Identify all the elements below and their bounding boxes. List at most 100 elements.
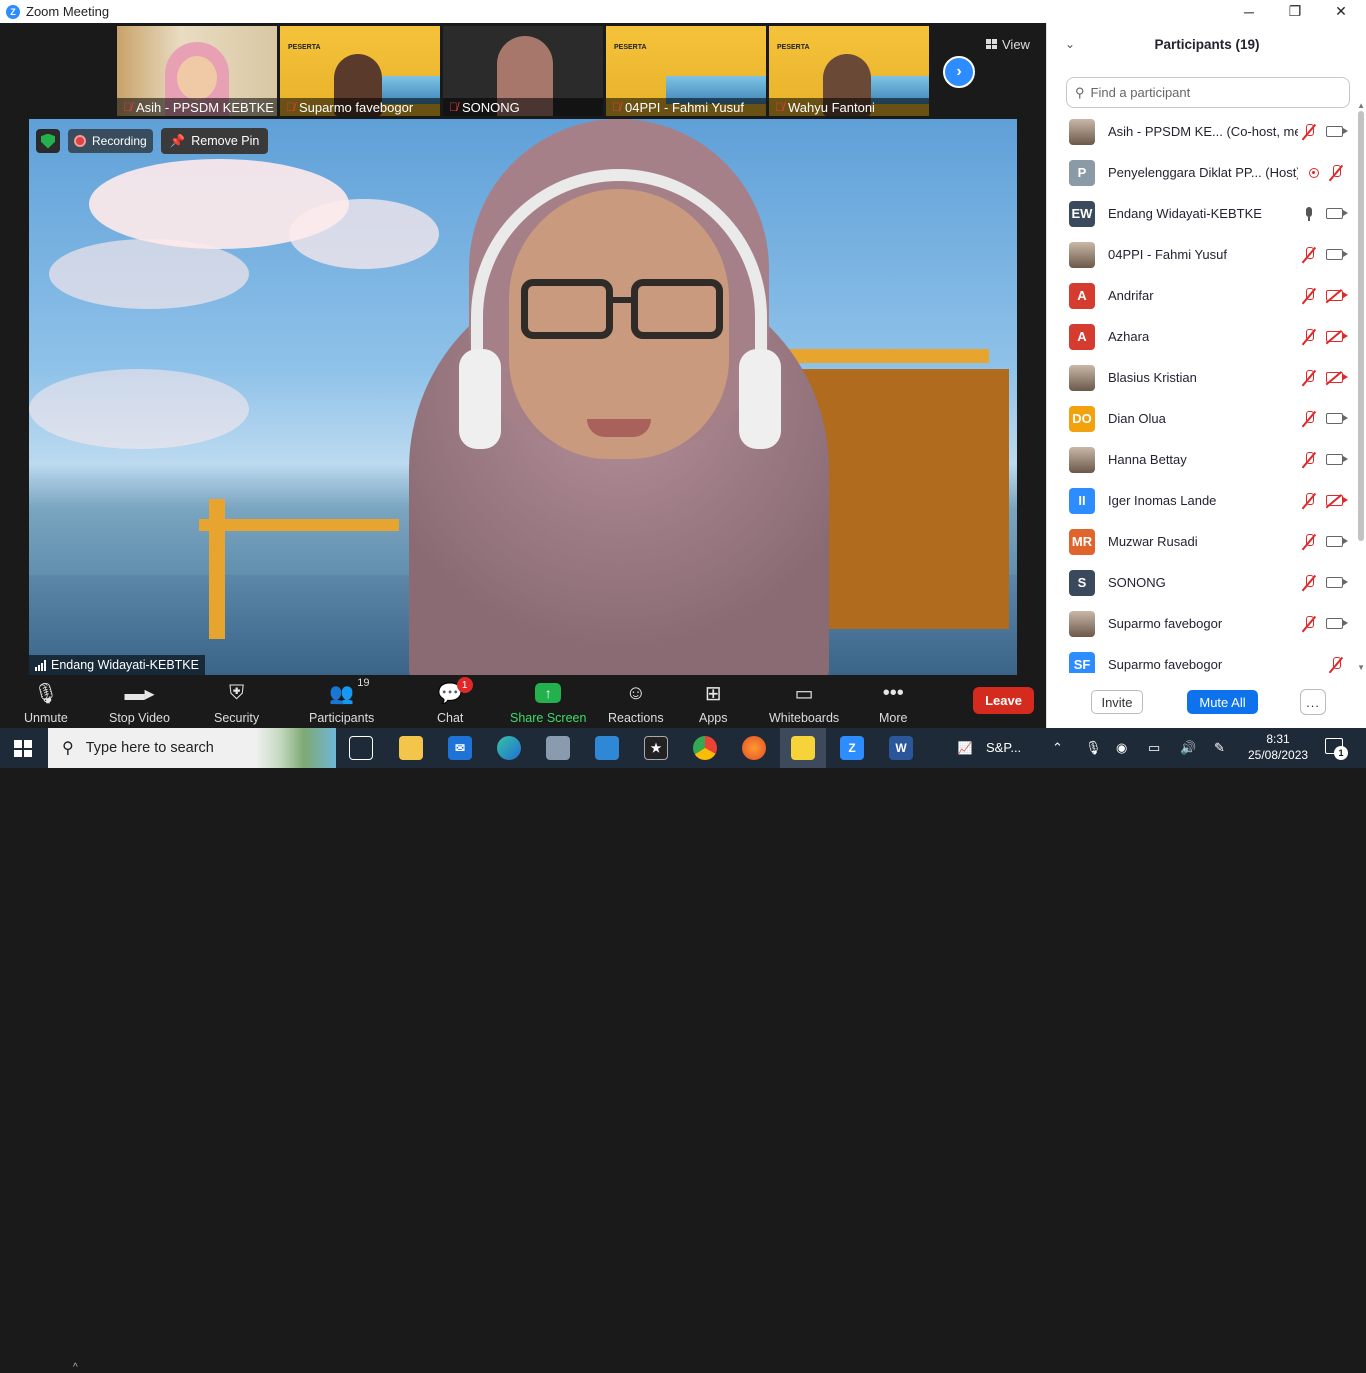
task-view-icon[interactable] bbox=[349, 736, 373, 760]
recording-label: Recording bbox=[92, 134, 147, 148]
windows-start-icon[interactable] bbox=[14, 740, 32, 757]
thumbnail-name-text: Asih - PPSDM KEBTKE bbox=[136, 99, 274, 115]
thumbnail-name: 🎙̸ SONONG bbox=[443, 98, 603, 116]
thumbnail-video[interactable]: PESERTA 🎙̸ 04PPI - Fahmi Yusuf bbox=[606, 26, 766, 116]
avatar: S bbox=[1069, 569, 1095, 596]
stop-video-button[interactable]: ▬▸ Stop Video bbox=[109, 679, 170, 726]
maximize-button[interactable]: ❐ bbox=[1272, 0, 1318, 23]
thumbnail-video[interactable]: PESERTA 🎙̸ Wahyu Fantoni bbox=[769, 26, 929, 116]
clock-date: 25/08/2023 bbox=[1248, 748, 1309, 762]
battery-icon[interactable]: ▭ bbox=[1148, 740, 1160, 756]
participant-row[interactable]: P Penyelenggara Diklat PP... (Host) bbox=[1047, 152, 1357, 193]
recording-indicator[interactable]: Recording bbox=[68, 129, 153, 153]
tray-expand-icon[interactable]: ⌃ bbox=[1052, 740, 1063, 756]
scrollbar[interactable] bbox=[1358, 111, 1364, 541]
remove-pin-button[interactable]: 📌 Remove Pin bbox=[160, 128, 269, 154]
close-button[interactable]: ✕ bbox=[1318, 0, 1364, 23]
thumbnail-strip: 🎙̸ Asih - PPSDM KEBTKE PESERTA 🎙̸ Suparmo … bbox=[117, 26, 929, 116]
panel-more-button[interactable]: ... bbox=[1300, 689, 1326, 715]
chrome-icon[interactable] bbox=[693, 736, 717, 760]
unmute-button[interactable]: 🎙 Unmute bbox=[24, 679, 68, 726]
signal-bars-icon bbox=[35, 659, 46, 671]
participant-row[interactable]: Suparmo favebogor bbox=[1047, 603, 1357, 644]
headset-cup bbox=[739, 349, 781, 449]
reactions-button[interactable]: ☺ Reactions bbox=[608, 679, 664, 726]
participant-row[interactable]: II Iger Inomas Lande bbox=[1047, 480, 1357, 521]
speaker-mouth bbox=[587, 419, 651, 437]
avatar bbox=[1069, 118, 1095, 145]
volume-icon[interactable]: 🔊 bbox=[1180, 740, 1196, 756]
security-button[interactable]: ⛨ Security bbox=[214, 679, 259, 726]
word-icon[interactable]: W bbox=[889, 736, 913, 760]
mute-all-button[interactable]: Mute All bbox=[1187, 690, 1258, 714]
thumbnail-name: 🎙̸ 04PPI - Fahmi Yusuf bbox=[606, 98, 766, 116]
chat-button[interactable]: 💬 1 Chat bbox=[437, 677, 473, 725]
participant-name: Hanna Bettay bbox=[1108, 452, 1187, 467]
more-button[interactable]: ••• More bbox=[879, 679, 907, 726]
find-participant-input[interactable] bbox=[1090, 85, 1331, 100]
participant-name: Muzwar Rusadi bbox=[1108, 534, 1198, 549]
participant-row[interactable]: S SONONG bbox=[1047, 562, 1357, 603]
next-page-button[interactable]: › bbox=[943, 56, 975, 88]
pen-icon[interactable]: ✎ bbox=[1214, 740, 1225, 756]
participant-name: Iger Inomas Lande bbox=[1108, 493, 1217, 508]
zoom-taskbar-icon[interactable]: Z bbox=[840, 736, 864, 760]
participant-row[interactable]: A Andrifar bbox=[1047, 275, 1357, 316]
video-camera-icon: ▬▸ bbox=[124, 682, 155, 705]
participant-status-icons bbox=[1302, 562, 1348, 603]
tray-mic-icon[interactable]: 🎙 bbox=[1085, 740, 1102, 756]
chat-label: Chat bbox=[437, 711, 464, 725]
find-participant-field[interactable]: ⚲ bbox=[1066, 77, 1350, 108]
thumbnail-video[interactable]: 🎙̸ Asih - PPSDM KEBTKE bbox=[117, 26, 277, 116]
thumbnail-video[interactable]: PESERTA 🎙̸ Suparmo favebogor bbox=[280, 26, 440, 116]
participant-status-icons bbox=[1302, 111, 1348, 152]
thumbnail-name-text: 04PPI - Fahmi Yusuf bbox=[625, 99, 744, 115]
chart-app-icon[interactable]: 📈 bbox=[953, 736, 977, 760]
participant-name: 04PPI - Fahmi Yusuf bbox=[1108, 247, 1227, 262]
notification-badge: 1 bbox=[1334, 746, 1348, 760]
audio-options-caret[interactable]: ^ bbox=[73, 1362, 78, 1373]
mic-muted-icon: 🎙̸ bbox=[612, 100, 621, 114]
invite-button[interactable]: Invite bbox=[1091, 690, 1143, 714]
tray-camera-icon[interactable]: ◉ bbox=[1116, 740, 1127, 756]
thumbnail-name-text: SONONG bbox=[462, 99, 520, 115]
taskbar-clock[interactable]: 8:31 25/08/2023 bbox=[1248, 731, 1308, 763]
view-button-label: View bbox=[1002, 36, 1030, 52]
participant-row[interactable]: SF Suparmo favebogor bbox=[1047, 644, 1357, 673]
participant-row[interactable]: EW Endang Widayati-KEBTKE bbox=[1047, 193, 1357, 234]
video-camera-icon bbox=[1326, 249, 1348, 260]
background-cloud bbox=[49, 239, 249, 309]
participant-row[interactable]: Hanna Bettay bbox=[1047, 439, 1357, 480]
participant-row[interactable]: A Azhara bbox=[1047, 316, 1357, 357]
participant-row[interactable]: MR Muzwar Rusadi bbox=[1047, 521, 1357, 562]
scroll-up-arrow-icon[interactable]: ▲ bbox=[1357, 101, 1365, 110]
sticky-notes-icon[interactable] bbox=[791, 736, 815, 760]
scroll-down-arrow-icon[interactable]: ▼ bbox=[1357, 663, 1365, 672]
participants-button[interactable]: 👥 19 Participants bbox=[309, 677, 374, 725]
whiteboards-button[interactable]: ▭ Whiteboards bbox=[769, 679, 839, 726]
pinned-video[interactable] bbox=[29, 119, 1017, 675]
edge-icon[interactable] bbox=[497, 736, 521, 760]
share-screen-button[interactable]: ↑ Share Screen bbox=[510, 679, 586, 725]
network-app-icon[interactable] bbox=[546, 736, 570, 760]
video-camera-icon bbox=[1326, 413, 1348, 424]
participant-row[interactable]: Blasius Kristian bbox=[1047, 357, 1357, 398]
thumbnail-video[interactable]: 🎙̸ SONONG bbox=[443, 26, 603, 116]
encryption-shield-icon[interactable] bbox=[36, 129, 60, 153]
participant-status-icons bbox=[1302, 357, 1348, 398]
taskbar-search-box[interactable]: ⚲ Type here to search bbox=[48, 728, 336, 768]
mail-icon[interactable]: ✉ bbox=[448, 736, 472, 760]
video-off-icon bbox=[1326, 331, 1348, 342]
minimize-button[interactable]: ─ bbox=[1226, 0, 1272, 23]
participant-row[interactable]: 04PPI - Fahmi Yusuf bbox=[1047, 234, 1357, 275]
participant-row[interactable]: DO Dian Olua bbox=[1047, 398, 1357, 439]
file-explorer-icon[interactable] bbox=[399, 736, 423, 760]
view-button[interactable]: View bbox=[986, 34, 1030, 54]
apps-button[interactable]: ⊞ Apps bbox=[699, 679, 728, 726]
leave-button[interactable]: Leave bbox=[973, 687, 1034, 714]
media-app-icon[interactable]: ★ bbox=[644, 736, 668, 760]
taskbar-app-label[interactable]: S&P... bbox=[986, 740, 1021, 755]
store-icon[interactable] bbox=[595, 736, 619, 760]
firefox-icon[interactable] bbox=[742, 736, 766, 760]
participant-row[interactable]: Asih - PPSDM KE... (Co-host, me) bbox=[1047, 111, 1357, 152]
